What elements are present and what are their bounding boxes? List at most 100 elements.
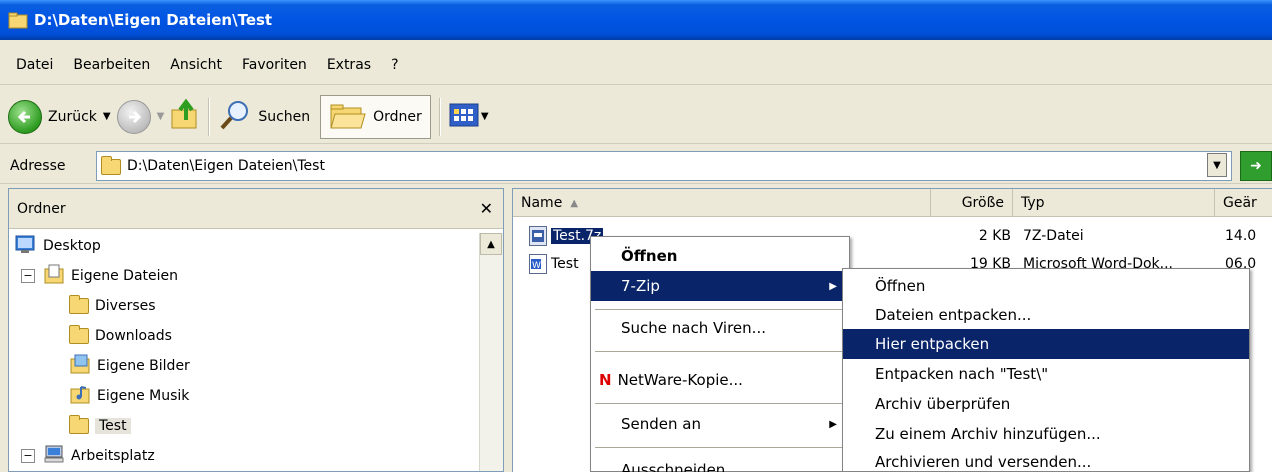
address-label: Adresse [10,157,66,174]
collapse-toggle[interactable]: − [21,449,35,463]
search-button[interactable]: Suchen [218,96,310,138]
tree-item-label: Desktop [43,238,101,254]
tree-item-label: Eigene Musik [97,388,190,404]
views-button[interactable]: ▼ [449,96,495,138]
context-menu: Öffnen 7-Zip ▶ Suche nach Viren... N Net… [590,236,850,472]
tree-item-eigene-musik[interactable]: Eigene Musik [69,381,189,411]
tree-item-desktop[interactable]: Desktop [15,231,101,261]
menu-ansicht[interactable]: Ansicht [160,57,232,73]
tree-item-test[interactable]: Test [69,411,131,441]
back-arrow-icon [8,99,42,134]
column-header-modified-label: Geär [1223,195,1257,211]
submenu-extract-here[interactable]: Hier entpacken [843,329,1249,359]
column-header-row: Name ▲ Größe Typ Geär [513,189,1272,217]
folder-icon [101,156,121,175]
music-folder-icon [69,384,91,408]
address-value: D:\Daten\Eigen Dateien\Test [127,158,325,174]
search-icon [218,98,252,136]
column-header-type-label: Typ [1021,195,1045,211]
chevron-down-icon[interactable]: ▼ [103,111,111,122]
collapse-toggle[interactable]: − [21,269,35,283]
search-label: Suchen [258,108,311,125]
context-menu-virus-scan[interactable]: Suche nach Viren... [591,313,849,343]
forward-arrow-icon [116,99,151,134]
folder-icon [69,295,89,314]
archive-file-icon [529,226,547,246]
address-dropdown-button[interactable]: ▼ [1207,153,1227,177]
column-header-modified[interactable]: Geär [1215,189,1272,217]
file-modified: 14.0 [1225,228,1257,244]
file-name: Test [551,256,579,272]
up-folder-icon [170,98,200,136]
desktop-icon [15,234,35,258]
forward-button[interactable]: ▼ [116,96,171,138]
toolbar: Zurück ▼ ▼ Suchen Ordner ▼ [0,90,1272,144]
tree-item-eigene-dateien[interactable]: − Eigene Dateien [21,261,178,291]
tree-item-diverses[interactable]: Diverses [69,291,156,321]
submenu-arrow-icon: ▶ [829,418,837,430]
submenu-extract-files[interactable]: Dateien entpacken... [843,300,1249,330]
context-menu-open[interactable]: Öffnen [591,241,849,271]
folders-button[interactable]: Ordner [320,94,431,139]
submenu-test-archive[interactable]: Archiv überprüfen [843,389,1249,419]
file-type: 7Z-Datei [1023,228,1084,244]
submenu-open[interactable]: Öffnen [843,271,1249,301]
menu-bearbeiten[interactable]: Bearbeiten [63,57,160,73]
column-header-size[interactable]: Größe [931,189,1013,217]
chevron-down-icon[interactable]: ▼ [481,111,489,122]
folder-pane-scrollbar[interactable]: ▲ [479,233,503,471]
context-menu-7zip[interactable]: 7-Zip ▶ [591,271,849,301]
folder-pane-title: Ordner [17,200,66,217]
context-menu-netware-copy[interactable]: N NetWare-Kopie... [591,365,849,395]
svg-text:W: W [532,261,541,271]
folder-icon [8,11,28,29]
menu-extras[interactable]: Extras [317,57,381,73]
tree-item-label: Diverses [95,298,156,314]
chevron-down-icon[interactable]: ▼ [157,111,165,122]
tree-item-label: Eigene Dateien [71,268,179,284]
submenu-archive-and-send[interactable]: Archivieren und versenden... [843,447,1249,472]
submenu-extract-to-folder[interactable]: Entpacken nach "Test\" [843,359,1249,389]
menu-favoriten[interactable]: Favoriten [232,57,317,73]
go-arrow-icon: ➜ [1250,158,1262,174]
file-size: 2 KB [978,228,1011,244]
7zip-submenu: Öffnen Dateien entpacken... Hier entpack… [842,268,1250,472]
folder-icon [69,415,89,434]
file-row[interactable]: W Test [529,251,579,277]
title-bar: D:\Daten\Eigen Dateien\Test [0,0,1272,40]
tree-item-arbeitsplatz[interactable]: − Arbeitsplatz [21,441,155,471]
column-header-name-label: Name [521,195,563,211]
submenu-add-to-archive[interactable]: Zu einem Archiv hinzufügen... [843,419,1249,449]
menu-datei[interactable]: Datei [6,57,63,73]
close-icon[interactable]: ✕ [480,199,493,218]
views-icon [449,102,479,132]
context-menu-label: 7-Zip [621,277,660,295]
back-label: Zurück [48,108,97,125]
up-folder-button[interactable] [170,96,200,138]
folder-pane: Ordner ✕ Desktop − Eigene Dateien Divers… [8,188,504,472]
address-bar: Adresse D:\Daten\Eigen Dateien\Test ▼ ➜ [0,148,1272,184]
context-menu-send-to[interactable]: Senden an ▶ [591,409,849,439]
back-button[interactable]: Zurück ▼ [8,96,117,138]
scroll-up-icon[interactable]: ▲ [480,233,502,255]
menu-separator [595,351,845,352]
column-header-name[interactable]: Name ▲ [513,189,931,217]
tree-item-eigene-bilder[interactable]: Eigene Bilder [69,351,190,381]
toolbar-separator [208,97,211,136]
folder-icon [69,325,89,344]
computer-icon [43,444,65,468]
column-header-size-label: Größe [961,195,1004,211]
go-button[interactable]: ➜ [1240,151,1272,181]
tree-item-label: Downloads [95,328,172,344]
tree-item-label: Test [95,418,131,434]
tree-item-label: Arbeitsplatz [71,448,155,464]
address-input[interactable]: D:\Daten\Eigen Dateien\Test [96,151,1232,181]
menu-help[interactable]: ? [381,57,408,73]
column-header-type[interactable]: Typ [1013,189,1215,217]
window-title: D:\Daten\Eigen Dateien\Test [34,11,273,29]
tree-item-downloads[interactable]: Downloads [69,321,172,351]
menu-bar: Datei Bearbeiten Ansicht Favoriten Extra… [0,45,1272,85]
context-menu-cut[interactable]: Ausschneiden [591,455,849,472]
sort-ascending-icon: ▲ [570,197,579,209]
context-menu-label: NetWare-Kopie... [617,371,743,389]
